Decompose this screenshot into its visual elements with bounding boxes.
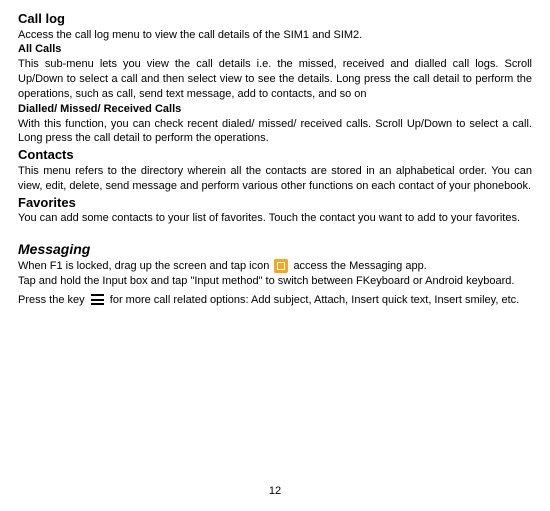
text-dmr-calls: With this function, you can check recent… — [18, 117, 532, 147]
text-contacts: This menu refers to the directory wherei… — [18, 164, 532, 194]
messaging-app-icon — [274, 259, 288, 273]
text-messaging-p1: When F1 is locked, drag up the screen an… — [18, 259, 532, 274]
text-call-log-intro: Access the call log menu to view the cal… — [18, 28, 532, 43]
spacer — [18, 226, 532, 232]
heading-dmr-calls: Dialled/ Missed/ Received Calls — [18, 102, 532, 117]
heading-all-calls: All Calls — [18, 42, 532, 57]
text-all-calls: This sub-menu lets you view the call det… — [18, 57, 532, 102]
text-messaging-p1b: access the Messaging app. — [293, 260, 426, 272]
heading-call-log: Call log — [18, 10, 532, 28]
text-messaging-p2: Tap and hold the Input box and tap "Inpu… — [18, 274, 532, 289]
heading-favorites: Favorites — [18, 194, 532, 212]
text-messaging-p1a: When F1 is locked, drag up the screen an… — [18, 260, 272, 272]
menu-key-icon — [91, 294, 104, 305]
text-messaging-p3b: for more call related options: Add subje… — [110, 294, 519, 306]
text-favorites: You can add some contacts to your list o… — [18, 211, 532, 226]
text-messaging-p3a: Press the key — [18, 294, 88, 306]
text-messaging-p3: Press the key for more call related opti… — [18, 293, 532, 308]
heading-messaging: Messaging — [18, 240, 532, 259]
page-number: 12 — [0, 485, 550, 497]
page: Call log Access the call log menu to vie… — [0, 0, 550, 511]
heading-contacts: Contacts — [18, 146, 532, 164]
